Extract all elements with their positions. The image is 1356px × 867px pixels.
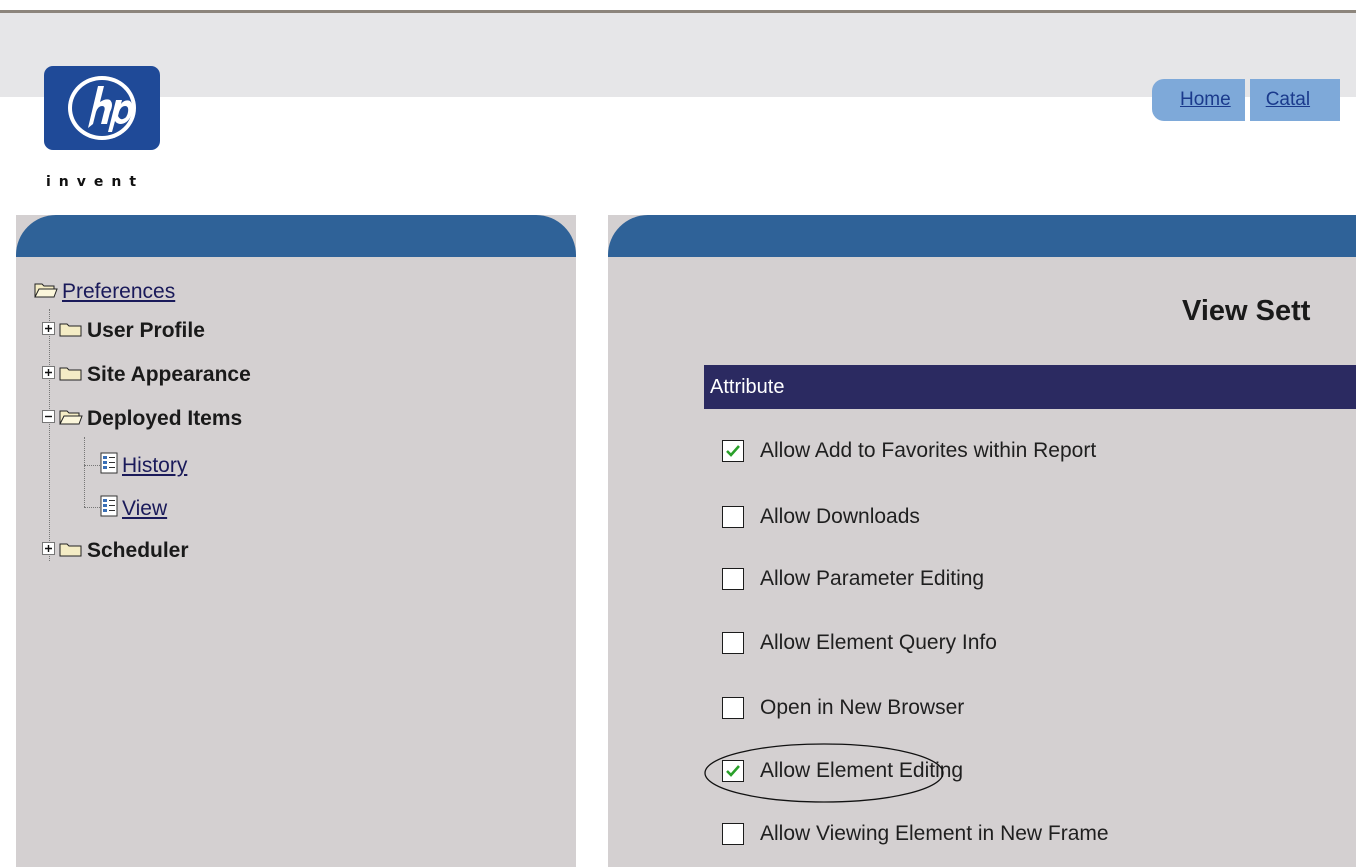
tab-home-link[interactable]: Home (1180, 89, 1231, 111)
tree-label-user-profile[interactable]: User Profile (87, 319, 205, 343)
checkbox-allow-element-query-info[interactable] (722, 632, 744, 654)
option-label: Allow Viewing Element in New Frame (760, 822, 1109, 845)
option-label: Allow Add to Favorites within Report (760, 439, 1097, 462)
closed-folder-icon (59, 540, 83, 563)
collapse-minus-icon[interactable] (42, 410, 55, 428)
tree-root-preferences[interactable]: Preferences (34, 280, 175, 304)
checkmark-icon (726, 445, 740, 457)
tab-catalog-link[interactable]: Catal (1266, 89, 1310, 111)
checkbox-allow-parameter-editing[interactable] (722, 568, 744, 590)
document-icon (100, 452, 118, 479)
option-label: Open in New Browser (760, 696, 965, 719)
tree-label-preferences[interactable]: Preferences (62, 280, 175, 304)
hp-logo[interactable] (44, 66, 160, 150)
checkbox-allow-viewing-element-in-new-frame[interactable] (722, 823, 744, 845)
option-label: Allow Downloads (760, 505, 920, 528)
expand-plus-icon[interactable] (42, 366, 55, 384)
tab-catalog[interactable]: Catal (1249, 79, 1340, 121)
checkbox-allow-downloads[interactable] (722, 506, 744, 528)
tree-item-scheduler[interactable]: Scheduler (42, 539, 189, 563)
page-title: View Sett (1182, 295, 1311, 327)
checkbox-allow-add-to-favorites[interactable] (722, 440, 744, 462)
top-nav-tabs: Home Catal (1152, 79, 1340, 121)
expand-plus-icon[interactable] (42, 322, 55, 340)
tree-connector-line (84, 507, 100, 508)
closed-folder-icon (59, 364, 83, 387)
tree-connector-line (84, 465, 100, 466)
preferences-panel: Preferences User Profile Site Appearance (16, 215, 576, 867)
option-open-in-new-browser[interactable]: Open in New Browser (722, 696, 964, 720)
tree-label-deployed-items[interactable]: Deployed Items (87, 407, 242, 431)
tree-link-history[interactable]: History (122, 454, 187, 478)
option-label: Allow Element Query Info (760, 631, 997, 654)
view-settings-panel: View Sett Attribute Allow Add to Favorit… (608, 215, 1356, 867)
tab-home[interactable]: Home (1152, 79, 1245, 121)
tree-label-scheduler[interactable]: Scheduler (87, 539, 189, 563)
annotation-ellipse (704, 743, 944, 803)
tree-label-site-appearance[interactable]: Site Appearance (87, 363, 251, 387)
expand-plus-icon[interactable] (42, 542, 55, 560)
option-label: Allow Parameter Editing (760, 567, 985, 590)
tree-connector-line (84, 437, 85, 507)
preferences-tree: Preferences User Profile Site Appearance (16, 215, 576, 867)
closed-folder-icon (59, 320, 83, 343)
document-icon (100, 495, 118, 522)
option-allow-parameter-editing[interactable]: Allow Parameter Editing (722, 567, 984, 591)
checkbox-open-in-new-browser[interactable] (722, 697, 744, 719)
tree-item-site-appearance[interactable]: Site Appearance (42, 363, 251, 387)
open-folder-icon (59, 408, 83, 431)
hp-logo-tile (44, 66, 160, 150)
option-allow-element-query-info[interactable]: Allow Element Query Info (722, 631, 997, 655)
hp-tagline: invent (46, 174, 145, 190)
tree-link-view[interactable]: View (122, 497, 167, 521)
option-allow-add-to-favorites[interactable]: Allow Add to Favorites within Report (722, 439, 1096, 463)
option-allow-viewing-element-in-new-frame[interactable]: Allow Viewing Element in New Frame (722, 822, 1109, 846)
attribute-column-header: Attribute (704, 365, 1356, 409)
tree-item-view[interactable]: View (100, 495, 167, 522)
tree-item-user-profile[interactable]: User Profile (42, 319, 205, 343)
tree-item-history[interactable]: History (100, 452, 187, 479)
view-settings-panel-header (608, 215, 1356, 257)
open-folder-icon (34, 281, 58, 304)
tree-connector-line (49, 309, 50, 561)
hp-logo-icon (68, 76, 136, 140)
tree-item-deployed-items[interactable]: Deployed Items (42, 407, 242, 431)
option-allow-downloads[interactable]: Allow Downloads (722, 505, 920, 529)
